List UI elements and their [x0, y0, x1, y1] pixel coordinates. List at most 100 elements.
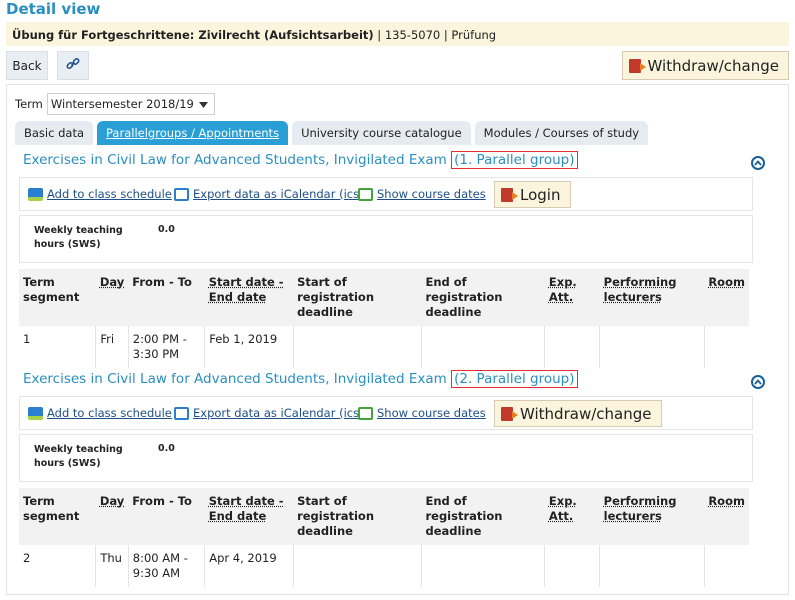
col-exp-att[interactable]: Exp. Att.	[544, 269, 600, 326]
col-registration-end: End of registration deadline	[421, 488, 545, 545]
col-lecturers[interactable]: Performing lecturers	[599, 488, 705, 545]
door-exit-icon	[628, 58, 646, 73]
cell-room	[704, 326, 749, 368]
col-start-end[interactable]: Start date - End date	[204, 269, 294, 326]
show-dates-label: Show course dates	[377, 187, 486, 201]
col-room[interactable]: Room	[704, 488, 749, 545]
term-selected-value: Wintersemester 2018/19	[50, 97, 194, 111]
table-header-row: Term segment Day From - To Start date - …	[19, 269, 749, 326]
table-header-row: Term segment Day From - To Start date - …	[19, 488, 749, 545]
cell-start-end: Feb 1, 2019	[204, 326, 294, 368]
calendar-export-icon	[174, 187, 189, 201]
col-registration-start: Start of registration deadline	[293, 269, 422, 326]
tab-course-catalogue[interactable]: University course catalogue	[292, 121, 471, 145]
cell-start-end: Apr 4, 2019	[204, 545, 294, 587]
course-meta: | 135-5070 | Prüfung	[373, 28, 497, 42]
cell-room	[704, 545, 749, 587]
toolbar: Back Withdraw/change	[6, 51, 789, 81]
sws-value: 0.0	[158, 224, 175, 235]
table-row: 2 Thu 8:00 AM - 9:30 AM Apr 4, 2019	[19, 545, 749, 587]
sws-label: Weekly teaching hours (SWS)	[34, 225, 123, 250]
col-registration-end: End of registration deadline	[421, 269, 545, 326]
actions-bar: Add to class schedule Export data as iCa…	[19, 396, 753, 430]
door-exit-icon	[501, 406, 518, 421]
add-schedule-label: Add to class schedule	[47, 406, 172, 420]
col-exp-att[interactable]: Exp. Att.	[544, 488, 600, 545]
cell-exp-att	[544, 545, 601, 587]
actions-bar: Add to class schedule Export data as iCa…	[19, 177, 753, 211]
withdraw-change-label: Withdraw/change	[647, 56, 779, 75]
collapse-icon[interactable]	[751, 375, 765, 389]
cell-registration-end	[421, 326, 546, 368]
parallel-group-label: (2. Parallel group)	[451, 370, 578, 388]
cell-day: Fri	[95, 326, 129, 368]
link-icon	[65, 56, 81, 75]
section-title: Exercises in Civil Law for Advanced Stud…	[23, 151, 578, 169]
cell-lecturers	[599, 545, 705, 587]
course-title: Übung für Fortgeschrittene: Zivilrecht (…	[12, 28, 374, 42]
calendar-dates-icon	[358, 406, 373, 420]
parallel-group-label: (1. Parallel group)	[451, 151, 578, 169]
calendar-add-icon	[28, 406, 43, 420]
back-button[interactable]: Back	[6, 51, 48, 80]
cell-segment: 1	[19, 326, 97, 368]
cell-registration-start	[293, 545, 422, 587]
col-term-segment: Term segment	[19, 269, 96, 326]
section-course-name: Exercises in Civil Law for Advanced Stud…	[23, 152, 447, 168]
collapse-icon[interactable]	[751, 156, 765, 170]
withdraw-change-button[interactable]: Withdraw/change	[621, 51, 789, 80]
col-room[interactable]: Room	[704, 269, 749, 326]
export-ical-link[interactable]: Export data as iCalendar (ics)	[174, 406, 364, 420]
cell-registration-start	[293, 326, 422, 368]
tab-parallelgroups[interactable]: Parallelgroups / Appointments	[97, 121, 289, 145]
cell-exp-att	[544, 326, 601, 368]
withdraw-change-button[interactable]: Withdraw/change	[494, 400, 663, 427]
col-lecturers[interactable]: Performing lecturers	[599, 269, 705, 326]
section-course-name: Exercises in Civil Law for Advanced Stud…	[23, 371, 447, 387]
col-from-to: From - To	[128, 269, 205, 326]
export-ical-label: Export data as iCalendar (ics)	[193, 406, 364, 420]
login-button[interactable]: Login	[494, 181, 572, 208]
calendar-add-icon	[28, 187, 43, 201]
cell-registration-end	[421, 545, 546, 587]
col-registration-start: Start of registration deadline	[293, 488, 422, 545]
main-panel: Term Wintersemester 2018/19 Basic data P…	[6, 84, 789, 595]
section-title: Exercises in Civil Law for Advanced Stud…	[23, 370, 578, 388]
tab-basic-data[interactable]: Basic data	[15, 121, 94, 145]
cell-day: Thu	[95, 545, 129, 587]
login-label: Login	[520, 185, 561, 204]
show-course-dates-link[interactable]: Show course dates	[358, 406, 486, 420]
appointments-table: Term segment Day From - To Start date - …	[19, 488, 749, 587]
cell-from-to: 8:00 AM - 9:30 AM	[128, 545, 206, 587]
col-from-to: From - To	[128, 488, 205, 545]
term-label: Term	[15, 97, 43, 111]
col-day[interactable]: Day	[95, 488, 129, 545]
tab-bar: Basic data Parallelgroups / Appointments…	[15, 121, 652, 145]
parallel-group-section-2: Exercises in Civil Law for Advanced Stud…	[15, 366, 773, 587]
permalink-button[interactable]	[57, 51, 89, 80]
sws-box: Weekly teaching hours (SWS) 0.0	[19, 434, 753, 482]
calendar-dates-icon	[358, 187, 373, 201]
export-ical-link[interactable]: Export data as iCalendar (ics)	[174, 187, 364, 201]
col-day[interactable]: Day	[95, 269, 129, 326]
parallel-group-section-1: Exercises in Civil Law for Advanced Stud…	[15, 147, 773, 368]
withdraw-change-label: Withdraw/change	[520, 404, 652, 423]
sws-box: Weekly teaching hours (SWS) 0.0	[19, 215, 753, 263]
add-to-schedule-link[interactable]: Add to class schedule	[28, 406, 172, 420]
tab-modules[interactable]: Modules / Courses of study	[474, 121, 649, 145]
sws-label: Weekly teaching hours (SWS)	[34, 444, 123, 469]
chevron-down-icon	[198, 97, 208, 111]
term-selector-row: Term Wintersemester 2018/19	[15, 93, 215, 115]
course-header: Übung für Fortgeschrittene: Zivilrecht (…	[6, 22, 789, 46]
add-schedule-label: Add to class schedule	[47, 187, 172, 201]
cell-from-to: 2:00 PM - 3:30 PM	[128, 326, 206, 368]
cell-lecturers	[599, 326, 705, 368]
term-select[interactable]: Wintersemester 2018/19	[46, 93, 215, 115]
export-ical-label: Export data as iCalendar (ics)	[193, 187, 364, 201]
add-to-schedule-link[interactable]: Add to class schedule	[28, 187, 172, 201]
cell-segment: 2	[19, 545, 97, 587]
show-course-dates-link[interactable]: Show course dates	[358, 187, 486, 201]
col-start-end[interactable]: Start date - End date	[204, 488, 294, 545]
col-term-segment: Term segment	[19, 488, 96, 545]
appointments-table: Term segment Day From - To Start date - …	[19, 269, 749, 368]
